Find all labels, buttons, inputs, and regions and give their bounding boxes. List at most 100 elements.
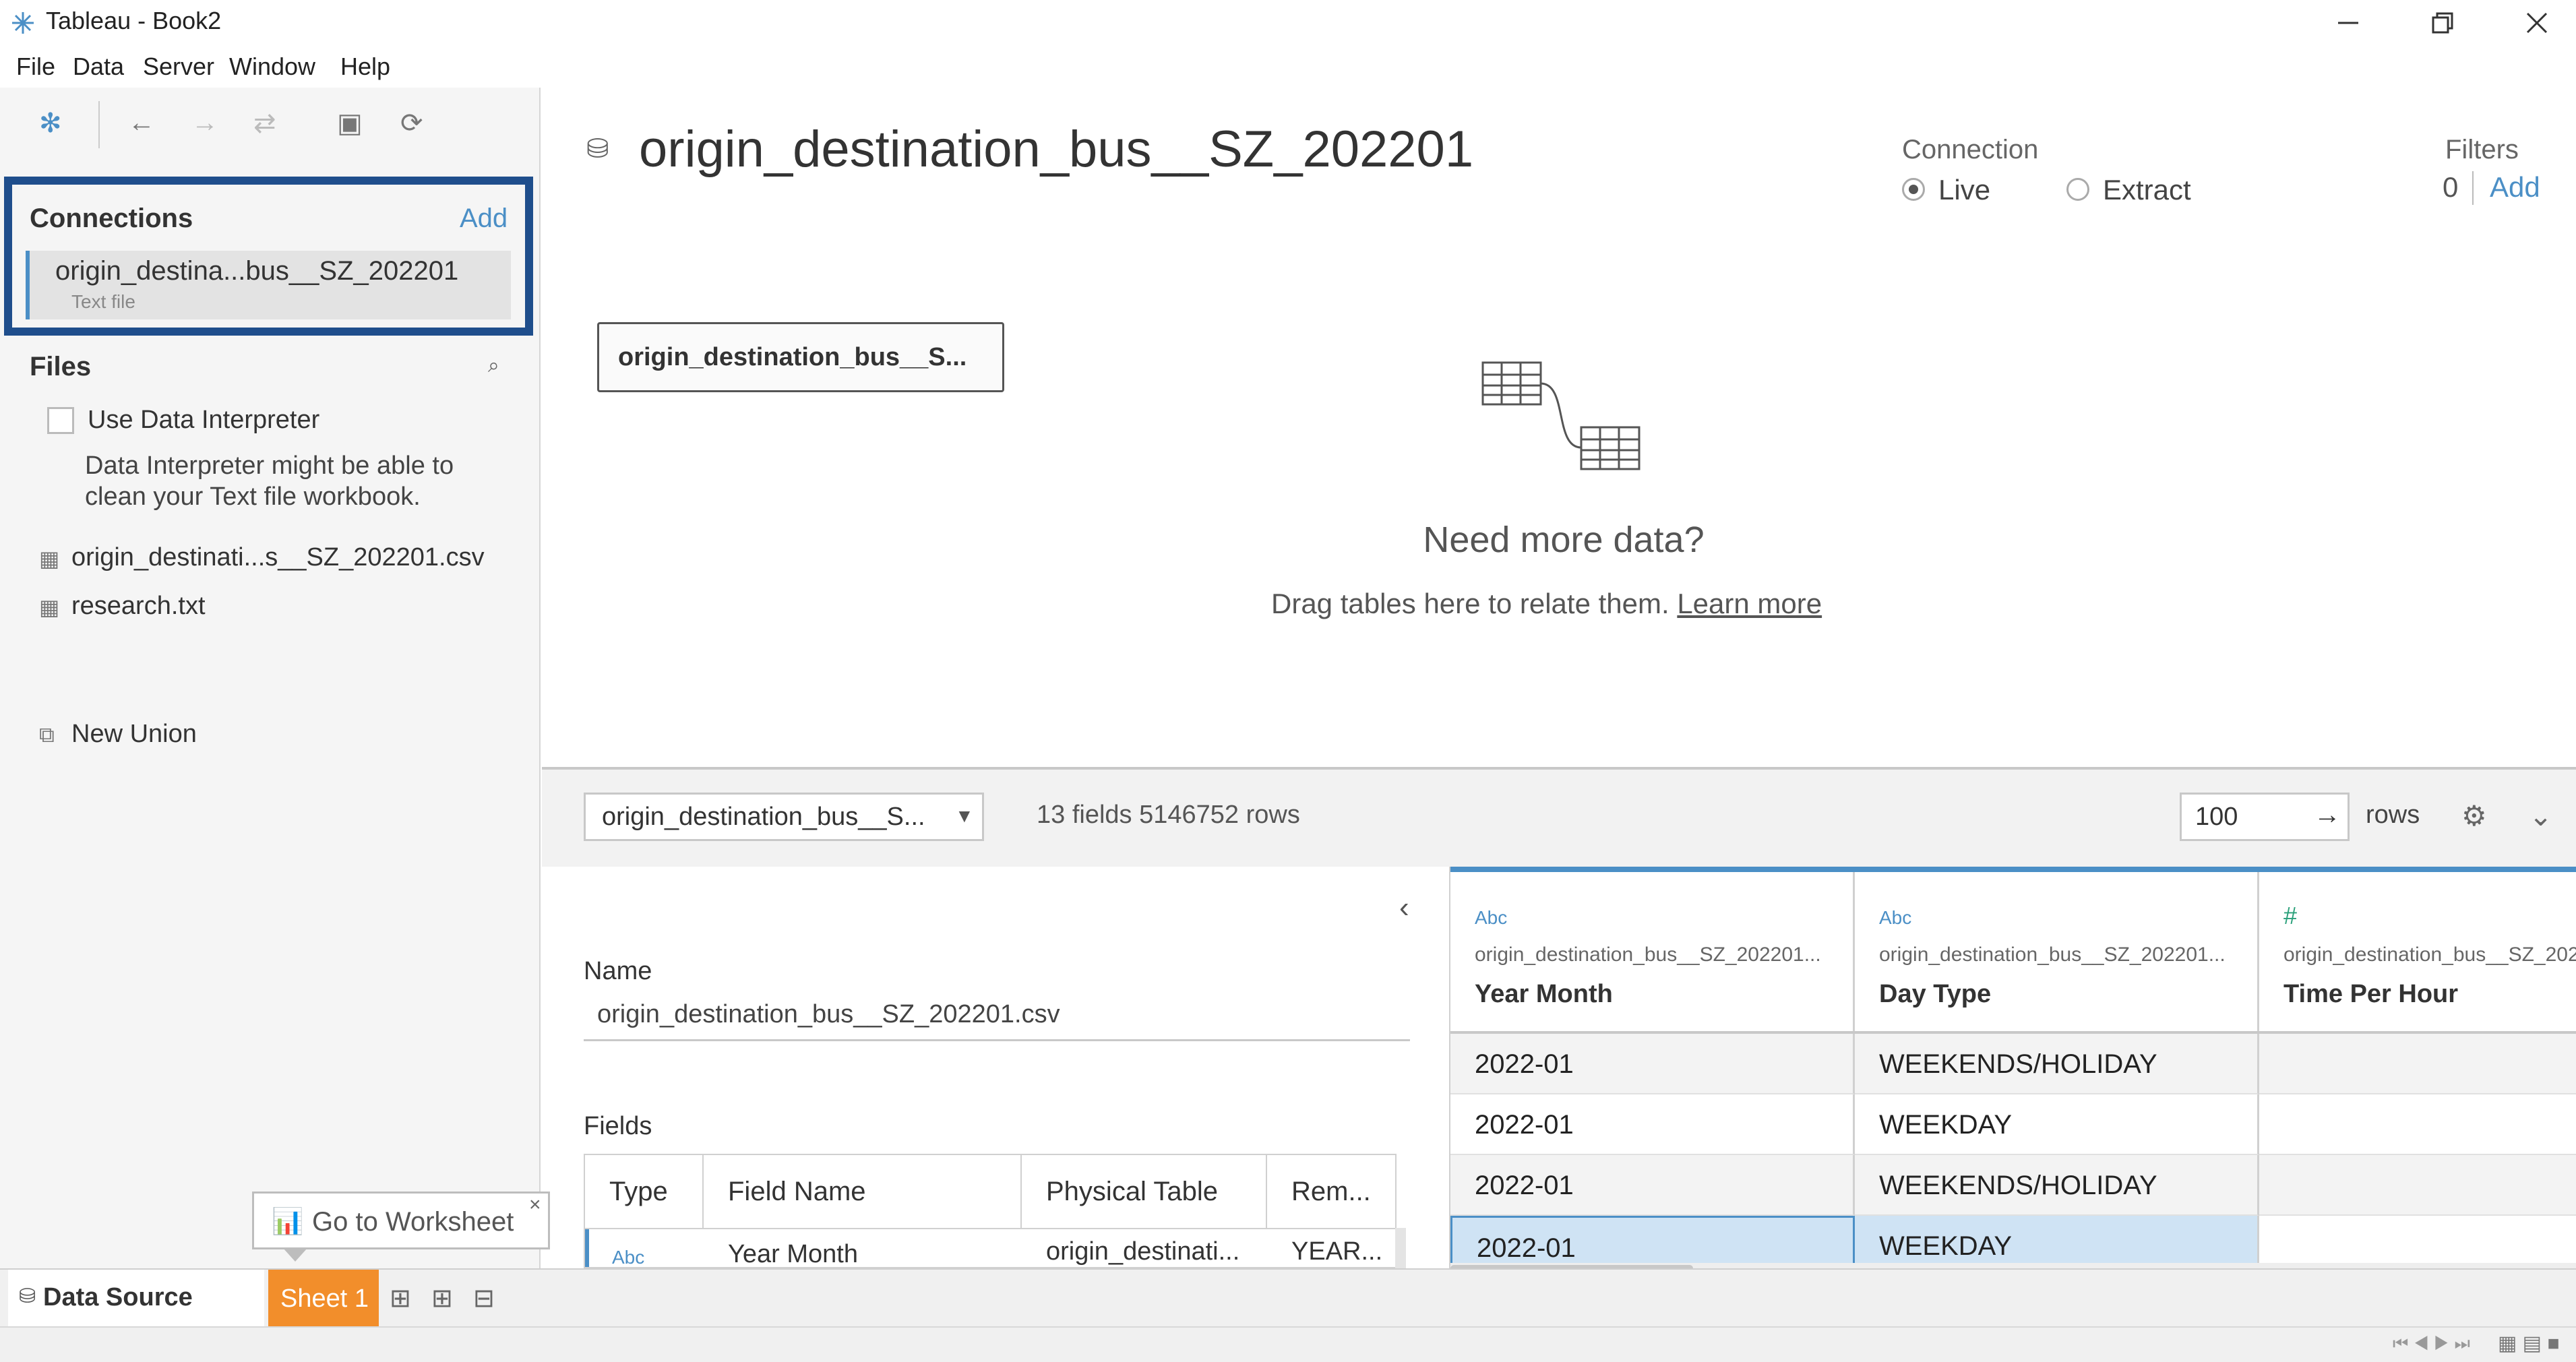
grid-cell[interactable]: WEEKENDS/HOLIDAY	[1855, 1155, 2259, 1216]
row-field-name[interactable]: Year Month	[728, 1240, 858, 1267]
grid-col-header-day-type[interactable]: Abc origin_destination_bus__SZ_202201...…	[1855, 872, 2259, 1034]
go-to-worksheet-tooltip[interactable]: 📊 Go to Worksheet ×	[252, 1191, 550, 1249]
row-remote: YEAR...	[1291, 1237, 1383, 1266]
menu-help[interactable]: Help	[340, 53, 390, 81]
interpreter-desc-2: clean your Text file workbook.	[85, 483, 421, 511]
tab-data-source[interactable]: ⛁ Data Source	[8, 1270, 264, 1328]
close-icon	[2526, 12, 2548, 34]
replace-data-icon[interactable]: ⇄	[253, 108, 276, 139]
union-icon: ⧉	[39, 722, 55, 747]
fields-scrollbar[interactable]	[1395, 1228, 1406, 1268]
grid-cell[interactable]	[2259, 1034, 2576, 1094]
row-marker	[585, 1229, 589, 1267]
redo-icon[interactable]: →	[191, 108, 218, 138]
need-more-data-heading: Need more data?	[1423, 520, 1705, 560]
number-type-icon[interactable]: #	[2283, 902, 2297, 930]
name-field[interactable]: origin_destination_bus__SZ_202201.csv	[584, 996, 1410, 1041]
col-header-remote[interactable]: Rem...	[1267, 1155, 1395, 1228]
grid-col-header-year-month[interactable]: Abc origin_destination_bus__SZ_202201...…	[1450, 872, 1855, 1034]
string-type-icon[interactable]: Abc	[1879, 907, 1911, 929]
connection-item[interactable]: origin_destina...bus__SZ_202201 Text fil…	[26, 251, 511, 319]
table-chip[interactable]: origin_destination_bus__S...	[597, 322, 1004, 392]
refresh-icon[interactable]: ⟳	[400, 108, 423, 139]
table-icon: ▦	[39, 595, 60, 619]
filters-label: Filters	[2445, 135, 2519, 164]
sheet-nav-icon[interactable]: ⏮ ◀ ▶ ⏭	[2393, 1333, 2470, 1355]
add-filter-link[interactable]: Add	[2490, 171, 2540, 204]
grid-col-source: origin_destination_bus__SZ_202201...	[1475, 943, 1821, 966]
status-bar: ⏮ ◀ ▶ ⏭ ▦ ▤ ■	[0, 1326, 2576, 1362]
name-label: Name	[584, 957, 652, 985]
collapse-chevron-icon[interactable]: ⌄	[2529, 799, 2552, 832]
data-interpreter-checkbox[interactable]	[47, 407, 74, 434]
live-radio[interactable]	[1902, 178, 1925, 201]
search-files-icon[interactable]: ⌕	[488, 354, 499, 377]
connection-label: Connection	[1902, 135, 2039, 164]
table-select-value: origin_destination_bus__S...	[602, 803, 925, 831]
grid-cell[interactable]: 2022-01	[1450, 1034, 1855, 1094]
tab-data-source-label: Data Source	[43, 1283, 193, 1311]
arrow-right-icon[interactable]: →	[2314, 800, 2341, 830]
fields-table: Type Field Name Physical Table Rem... Ab…	[584, 1154, 1397, 1268]
string-type-icon[interactable]: Abc	[1475, 907, 1507, 929]
fields-rows-summary: 13 fields 5146752 rows	[1037, 801, 1300, 829]
new-worksheet-icon[interactable]: ⊞	[390, 1283, 411, 1313]
header-divider	[585, 1228, 1395, 1229]
new-story-icon[interactable]: ⊟	[473, 1283, 495, 1313]
grid-col-name: Day Type	[1879, 980, 1992, 1008]
datasource-icon[interactable]: ⛁	[586, 133, 609, 164]
close-tooltip-icon[interactable]: ×	[529, 1194, 541, 1216]
close-window-button[interactable]	[2490, 0, 2576, 46]
grid-cell[interactable]: 2022-01	[1450, 1155, 1855, 1216]
menu-server[interactable]: Server	[143, 53, 214, 81]
fields-label: Fields	[584, 1112, 652, 1140]
table-select[interactable]: origin_destination_bus__S... ▼	[584, 793, 984, 841]
live-label: Live	[1938, 174, 1991, 206]
save-icon[interactable]: ▣	[337, 108, 363, 139]
minimize-icon	[2338, 22, 2358, 24]
new-union[interactable]: New Union	[71, 720, 197, 749]
grid-cell[interactable]	[2259, 1155, 2576, 1216]
title-bar: Tableau - Book2	[0, 0, 2576, 46]
undo-icon[interactable]: ←	[128, 108, 155, 138]
connection-name: origin_destina...bus__SZ_202201	[55, 256, 459, 286]
file-item-csv[interactable]: origin_destinati...s__SZ_202201.csv	[71, 543, 485, 572]
window-title: Tableau - Book2	[46, 7, 222, 34]
grid-col-name: Time Per Hour	[2283, 980, 2459, 1008]
interpreter-desc-1: Data Interpreter might be able to	[85, 452, 454, 480]
grid-cell[interactable]: 2022-01	[1450, 1094, 1855, 1155]
menu-file[interactable]: File	[16, 53, 55, 81]
row-type-icon[interactable]: Abc	[612, 1247, 644, 1267]
tableau-home-icon[interactable]: ✻	[39, 108, 62, 139]
restore-button[interactable]	[2395, 0, 2490, 46]
table-icon: ▦	[39, 547, 60, 571]
bar-chart-icon: 📊	[272, 1208, 304, 1236]
settings-gear-icon[interactable]: ⚙	[2461, 799, 2487, 832]
col-header-field-name[interactable]: Field Name	[704, 1155, 1022, 1228]
add-connection-link[interactable]: Add	[460, 204, 508, 234]
collapse-panel-icon[interactable]: ‹	[1399, 891, 1409, 925]
learn-more-link[interactable]: Learn more	[1677, 588, 1822, 619]
col-header-type[interactable]: Type	[585, 1155, 704, 1228]
relate-tables-icon	[1481, 361, 1640, 470]
file-item-research[interactable]: research.txt	[71, 592, 206, 621]
rows-input[interactable]: 100 →	[2180, 793, 2350, 841]
grid-cell[interactable]	[2259, 1094, 2576, 1155]
extract-radio[interactable]	[2066, 178, 2089, 201]
chevron-down-icon: ▼	[955, 805, 974, 826]
menu-data[interactable]: Data	[73, 53, 124, 81]
connection-type: Text file	[71, 291, 135, 312]
grid-col-header-time-per-hour[interactable]: # origin_destination_bus__SZ_202 Time Pe…	[2259, 872, 2576, 1034]
minimize-button[interactable]	[2301, 0, 2395, 46]
data-grid: Abc origin_destination_bus__SZ_202201...…	[1450, 867, 2576, 1274]
view-grid-icon[interactable]: ▦ ▤ ■	[2498, 1332, 2559, 1355]
menu-bar: File Data Server Window Help	[0, 47, 2576, 88]
new-dashboard-icon[interactable]: ⊞	[431, 1283, 453, 1313]
datasource-title[interactable]: origin_destination_bus__SZ_202201	[639, 120, 1473, 179]
filters-divider	[2472, 171, 2474, 205]
col-header-physical-table[interactable]: Physical Table	[1022, 1155, 1267, 1228]
tab-sheet1[interactable]: Sheet 1	[268, 1270, 379, 1328]
grid-cell[interactable]: WEEKDAY	[1855, 1094, 2259, 1155]
grid-cell[interactable]: WEEKENDS/HOLIDAY	[1855, 1034, 2259, 1094]
menu-window[interactable]: Window	[229, 53, 315, 81]
